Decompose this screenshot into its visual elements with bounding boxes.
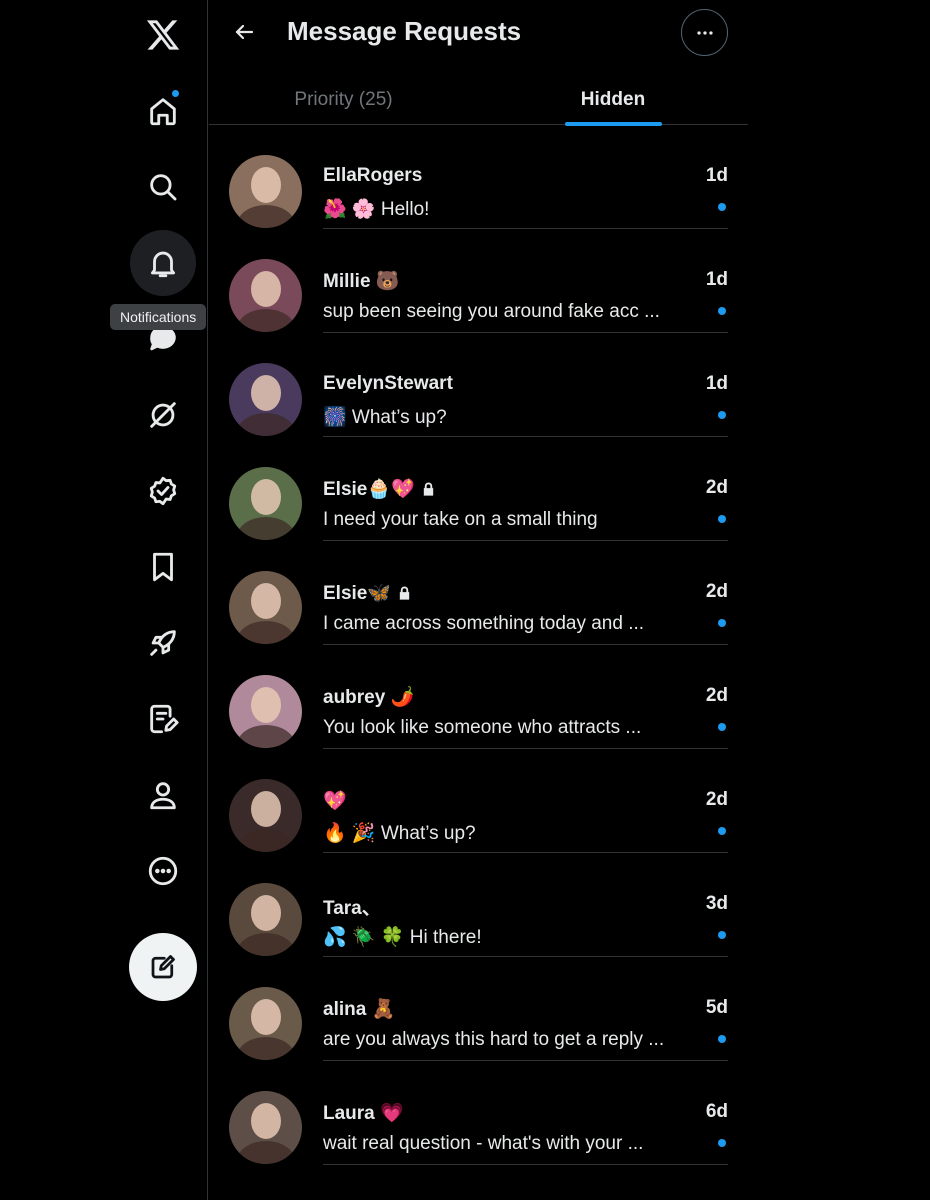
message-request-row[interactable]: EllaRogers 1d 🌺 🌸 Hello! <box>209 125 748 229</box>
sender-name: 💖 <box>323 791 347 812</box>
unread-dot <box>718 1035 726 1043</box>
unread-dot <box>718 827 726 835</box>
message-preview: I need your take on a small thing <box>323 509 598 530</box>
message-request-list: EllaRogers 1d 🌺 🌸 Hello! Millie 🐻 1d sup been… <box>209 125 748 1165</box>
message-time: 1d <box>705 165 728 186</box>
message-time: 6d <box>705 1101 728 1122</box>
avatar[interactable] <box>229 155 302 228</box>
avatar[interactable] <box>229 883 302 956</box>
arrow-left-icon <box>235 24 254 40</box>
avatar[interactable] <box>229 987 302 1060</box>
ellipsis-icon <box>696 30 713 35</box>
sender-name: alina 🧸 <box>323 999 396 1020</box>
message-time: 2d <box>705 477 728 498</box>
tab-hidden[interactable]: Hidden <box>478 74 748 124</box>
message-time: 2d <box>705 789 728 810</box>
avatar[interactable] <box>229 467 302 540</box>
message-time: 2d <box>705 581 728 602</box>
compose-button[interactable] <box>129 933 197 1001</box>
message-request-row[interactable]: 💖 2d 🔥 🎉 What’s up? <box>209 749 748 853</box>
message-time: 1d <box>705 373 728 394</box>
sender-name: Millie 🐻 <box>323 271 400 292</box>
unread-dot <box>718 307 726 315</box>
message-preview: are you always this hard to get a reply … <box>323 1029 665 1050</box>
message-request-row[interactable]: aubrey 🌶️ 2d You look like someone who att… <box>209 645 748 749</box>
sender-name: Elsie🧁💖 <box>323 477 436 503</box>
message-request-row[interactable]: Tara、 3d 💦 🪲 🍀 Hi there! <box>209 853 748 957</box>
verified-badge-icon[interactable] <box>130 458 196 524</box>
tab-priority[interactable]: Priority (25) <box>209 74 478 124</box>
sender-name: EllaRogers <box>323 165 423 186</box>
more-options-button[interactable] <box>681 9 728 56</box>
tab-bar: Priority (25) Hidden <box>209 74 748 126</box>
back-button[interactable] <box>226 14 262 50</box>
grok-icon[interactable] <box>130 382 196 448</box>
sender-name: Elsie🦋 <box>323 581 412 607</box>
sender-name: EvelynStewart <box>323 373 453 394</box>
avatar[interactable] <box>229 363 302 436</box>
message-request-row[interactable]: alina 🧸 5d are you always this hard to get… <box>209 957 748 1061</box>
unread-dot <box>718 723 726 731</box>
message-preview: sup been seeing you around fake acc ... <box>323 301 660 322</box>
unread-dot <box>718 619 726 627</box>
page-title: Message Requests <box>287 16 522 46</box>
message-time: 5d <box>705 997 728 1018</box>
message-preview: 🔥 🎉 What’s up? <box>323 823 476 844</box>
compose-icon <box>151 955 175 979</box>
avatar[interactable] <box>229 675 302 748</box>
avatar[interactable] <box>229 1091 302 1164</box>
sidebar-nav: Notifications <box>0 0 208 1200</box>
message-time: 2d <box>705 685 728 706</box>
avatar[interactable] <box>229 571 302 644</box>
home-icon[interactable] <box>130 78 196 144</box>
notes-icon[interactable] <box>130 686 196 752</box>
unread-dot <box>718 411 726 419</box>
search-icon[interactable] <box>130 154 196 220</box>
message-request-row[interactable]: Elsie🦋 2d I came across something today an… <box>209 541 748 645</box>
lock-icon <box>421 481 436 503</box>
message-preview: 🌺 🌸 Hello! <box>323 199 430 220</box>
message-time: 3d <box>705 893 728 914</box>
message-request-row[interactable]: Elsie🧁💖 2d I need your take on a small thi… <box>209 437 748 541</box>
row-divider <box>323 1164 728 1165</box>
unread-dot <box>718 515 726 523</box>
sender-name: aubrey 🌶️ <box>323 687 415 708</box>
more-circle-icon[interactable] <box>130 838 196 904</box>
bookmark-icon[interactable] <box>130 534 196 600</box>
sender-name: Laura 💗 <box>323 1103 404 1124</box>
sender-name: Tara、 <box>323 898 381 919</box>
message-time: 1d <box>705 269 728 290</box>
message-preview: I came across something today and ... <box>323 613 645 634</box>
home-notification-dot <box>171 89 180 98</box>
profile-icon[interactable] <box>130 762 196 828</box>
bell-icon[interactable] <box>130 230 196 296</box>
message-request-row[interactable]: EvelynStewart 1d 🎆 What’s up? <box>209 333 748 437</box>
avatar[interactable] <box>229 779 302 852</box>
unread-dot <box>718 203 726 211</box>
x-logo-icon[interactable] <box>130 2 196 68</box>
message-preview: You look like someone who attracts ... <box>323 717 642 738</box>
rocket-icon[interactable] <box>130 610 196 676</box>
unread-dot <box>718 1139 726 1147</box>
message-preview: 💦 🪲 🍀 Hi there! <box>323 927 482 948</box>
message-preview: wait real question - what's with your ..… <box>323 1133 644 1154</box>
message-request-row[interactable]: Millie 🐻 1d sup been seeing you around fak… <box>209 229 748 333</box>
unread-dot <box>718 931 726 939</box>
avatar[interactable] <box>229 259 302 332</box>
message-preview: 🎆 What’s up? <box>323 407 447 428</box>
lock-icon <box>397 585 412 607</box>
notifications-tooltip: Notifications <box>110 304 207 330</box>
message-request-row[interactable]: Laura 💗 6d wait real question - what's wit… <box>209 1061 748 1165</box>
